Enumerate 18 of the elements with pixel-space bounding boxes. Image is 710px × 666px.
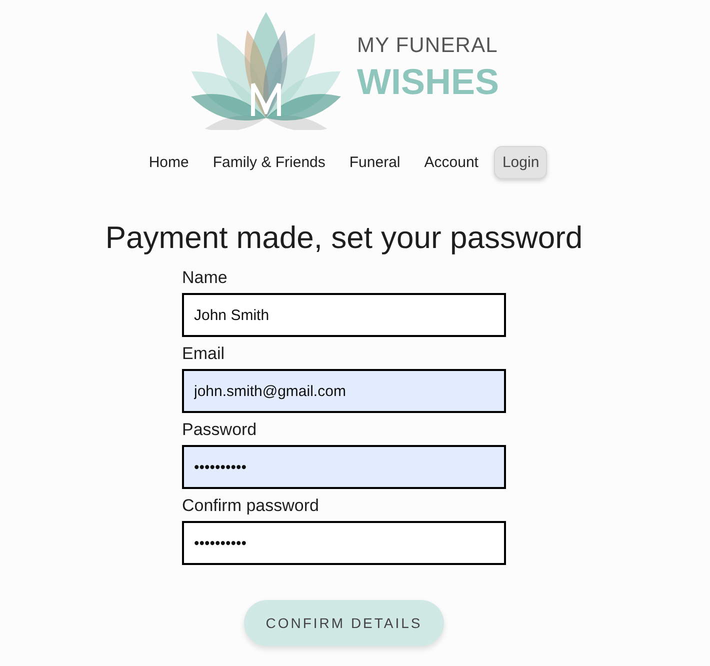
input-field[interactable]: •••••••••• — [182, 521, 506, 565]
nav-link[interactable]: Funeral — [341, 146, 408, 179]
input-field[interactable]: •••••••••• — [182, 445, 506, 489]
nav-link[interactable]: Home — [140, 146, 197, 179]
field-label: Email — [182, 343, 225, 365]
nav-link[interactable]: Family & Friends — [204, 146, 334, 179]
field-label: Name — [182, 267, 228, 289]
input-field[interactable]: John Smith — [182, 293, 506, 337]
login-button[interactable]: Login — [494, 146, 548, 179]
page-heading: Payment made, set your password — [105, 220, 583, 256]
field-label: Password — [182, 419, 257, 441]
logo-title: MY FUNERAL — [356, 33, 499, 59]
nav-link[interactable]: Account — [416, 146, 486, 179]
confirm-button[interactable]: CONFIRM DETAILS — [244, 600, 444, 646]
input-field[interactable]: john.smith@gmail.com — [182, 369, 506, 413]
field-label: Confirm password — [182, 495, 319, 517]
lotus-logo-icon — [188, 10, 343, 130]
logo-subtitle: WISHES — [356, 63, 499, 101]
